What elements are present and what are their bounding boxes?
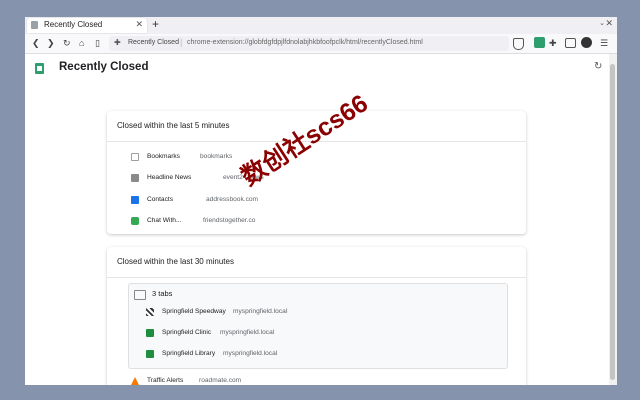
item-title: Springfield Clinic — [162, 329, 212, 336]
tab-list-chevron-icon[interactable]: ⌄ — [599, 19, 605, 27]
extension-page: Recently Closed ↻ Closed within the last… — [25, 54, 609, 385]
item-title: Chat With... — [147, 217, 182, 224]
close-window-icon[interactable]: ✕ — [605, 18, 613, 29]
url-text[interactable]: chrome-extension://globfdgfdpjlfdnolabjh… — [187, 39, 423, 46]
refresh-icon[interactable]: ↻ — [594, 61, 602, 72]
tab-group-title: 3 tabs — [152, 289, 173, 298]
bookmarks-icon — [131, 153, 139, 161]
home-icon[interactable]: ⌂ — [79, 37, 84, 49]
scrollbar-thumb[interactable] — [610, 64, 615, 380]
item-domain: roadmate.com — [199, 377, 242, 384]
item-domain: bookmarks — [200, 153, 233, 160]
scrollbar[interactable] — [609, 54, 617, 385]
item-title: Springfield Speedway — [162, 308, 226, 315]
tab-recently-closed[interactable]: Recently Closed ✕ — [27, 18, 147, 33]
item-domain: myspringfield.local — [220, 329, 275, 336]
list-item[interactable]: Springfield Speedway myspringfield.local — [146, 307, 446, 319]
cone-icon — [131, 377, 139, 385]
bookmark-icon[interactable]: ▯ — [95, 37, 100, 49]
list-item[interactable]: Traffic Alerts roadmate.com — [131, 376, 431, 385]
navigation-toolbar: ❮ ❯ ↻ ⌂ ▯ ✚ Recently Closed | chrome-ext… — [25, 34, 617, 54]
menu-icon[interactable]: ☰ — [600, 37, 608, 49]
section-title: Closed within the last 30 minutes — [117, 257, 234, 266]
clinic-icon — [146, 329, 154, 337]
extension-name: Recently Closed — [128, 39, 179, 46]
back-icon[interactable]: ❮ — [32, 37, 40, 49]
tabs-group-icon — [134, 290, 146, 300]
recently-closed-extension-icon[interactable] — [534, 37, 545, 48]
section-divider — [107, 277, 526, 278]
address-divider: | — [180, 37, 183, 47]
forward-icon[interactable]: ❯ — [47, 37, 55, 49]
tab-title: Recently Closed — [44, 20, 103, 29]
contacts-icon — [131, 196, 139, 204]
news-icon — [131, 174, 139, 182]
new-tab-button[interactable]: + — [152, 17, 159, 31]
tab-favicon-icon — [31, 21, 38, 29]
list-item[interactable]: Headline News event24.news — [131, 173, 431, 185]
tab-strip: Recently Closed ✕ + ⌄ ✕ — [25, 17, 617, 34]
flag-icon — [146, 308, 154, 316]
item-title: Headline News — [147, 174, 192, 181]
shield-icon[interactable] — [513, 38, 524, 50]
item-title: Traffic Alerts — [147, 377, 184, 384]
reload-icon[interactable]: ↻ — [63, 37, 71, 49]
item-title: Springfield Library — [162, 350, 216, 357]
close-tab-icon[interactable]: ✕ — [135, 19, 143, 30]
item-title: Contacts — [147, 196, 174, 203]
list-item[interactable]: Springfield Library myspringfield.local — [146, 349, 446, 361]
sidebar-icon[interactable] — [565, 38, 576, 48]
browser-window: Recently Closed ✕ + ⌄ ✕ ❮ ❯ ↻ ⌂ ▯ ✚ Rece… — [25, 17, 617, 385]
extension-puzzle-icon: ✚ — [114, 38, 121, 47]
item-title: Bookmarks — [147, 153, 180, 160]
section-last-30-minutes: Closed within the last 30 minutes 3 tabs… — [107, 247, 526, 385]
list-item[interactable]: Chat With... friendstogether.co — [131, 216, 431, 228]
app-logo-icon — [35, 63, 44, 74]
item-domain: addressbook.com — [206, 196, 259, 203]
item-domain: myspringfield.local — [223, 350, 278, 357]
list-item[interactable]: Springfield Clinic myspringfield.local — [146, 328, 446, 340]
page-title: Recently Closed — [59, 61, 149, 73]
list-item[interactable]: Contacts addressbook.com — [131, 195, 431, 207]
profile-avatar-icon[interactable] — [581, 37, 592, 48]
extensions-icon[interactable]: ✚ — [549, 37, 557, 49]
section-title: Closed within the last 5 minutes — [117, 121, 230, 130]
item-domain: myspringfield.local — [233, 308, 288, 315]
address-bar[interactable]: ✚ Recently Closed | chrome-extension://g… — [109, 36, 509, 51]
library-icon — [146, 350, 154, 358]
tab-group[interactable]: 3 tabs Springfield Speedway myspringfiel… — [128, 283, 508, 369]
chat-icon — [131, 217, 139, 225]
item-domain: friendstogether.co — [203, 217, 256, 224]
